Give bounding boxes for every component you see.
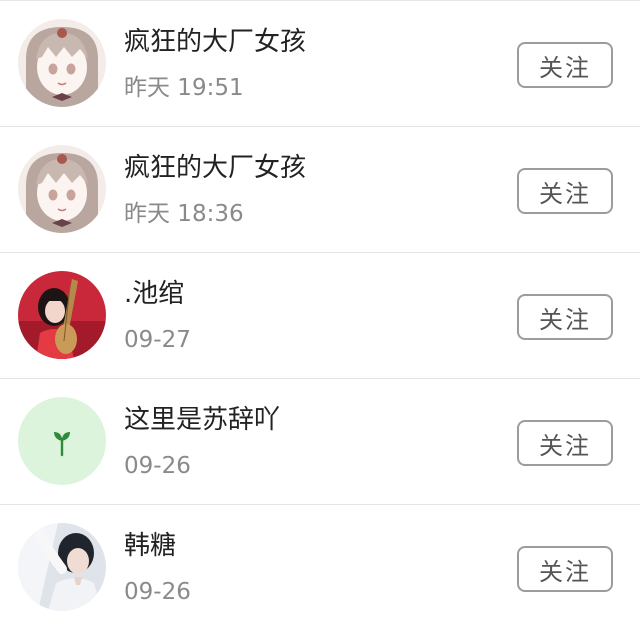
follow-time: 昨天 18:36 (124, 201, 244, 227)
portrait-avatar-icon[interactable] (18, 523, 106, 611)
pipa-player-avatar-icon[interactable] (18, 271, 106, 359)
user-name[interactable]: .池绾 (124, 277, 184, 311)
anime-girl-avatar-icon[interactable] (18, 19, 106, 107)
sprout-avatar-icon[interactable] (18, 397, 106, 485)
list-item[interactable]: 韩糖 09-26 关注 (0, 505, 640, 631)
follow-time: 昨天 19:51 (124, 75, 244, 101)
follow-time: 09-27 (124, 327, 191, 353)
anime-girl-avatar-icon[interactable] (18, 145, 106, 233)
list-item[interactable]: 疯狂的大厂女孩 昨天 18:36 关注 (0, 127, 640, 253)
follow-time: 09-26 (124, 453, 191, 479)
user-name[interactable]: 这里是苏辞吖 (124, 403, 280, 437)
user-name[interactable]: 疯狂的大厂女孩 (124, 25, 306, 59)
list-item[interactable]: 疯狂的大厂女孩 昨天 19:51 关注 (0, 1, 640, 127)
follow-button[interactable]: 关注 (517, 168, 613, 214)
follow-list: 疯狂的大厂女孩 昨天 19:51 关注 疯狂的大厂女孩 昨天 18:36 关注 (0, 0, 640, 626)
list-item[interactable]: 这里是苏辞吖 09-26 关注 (0, 379, 640, 505)
follow-button[interactable]: 关注 (517, 42, 613, 88)
user-name[interactable]: 韩糖 (124, 529, 176, 563)
follow-time: 09-26 (124, 579, 191, 605)
user-name[interactable]: 疯狂的大厂女孩 (124, 151, 306, 185)
follow-button[interactable]: 关注 (517, 546, 613, 592)
follow-button[interactable]: 关注 (517, 294, 613, 340)
list-item[interactable]: .池绾 09-27 关注 (0, 253, 640, 379)
follow-button[interactable]: 关注 (517, 420, 613, 466)
